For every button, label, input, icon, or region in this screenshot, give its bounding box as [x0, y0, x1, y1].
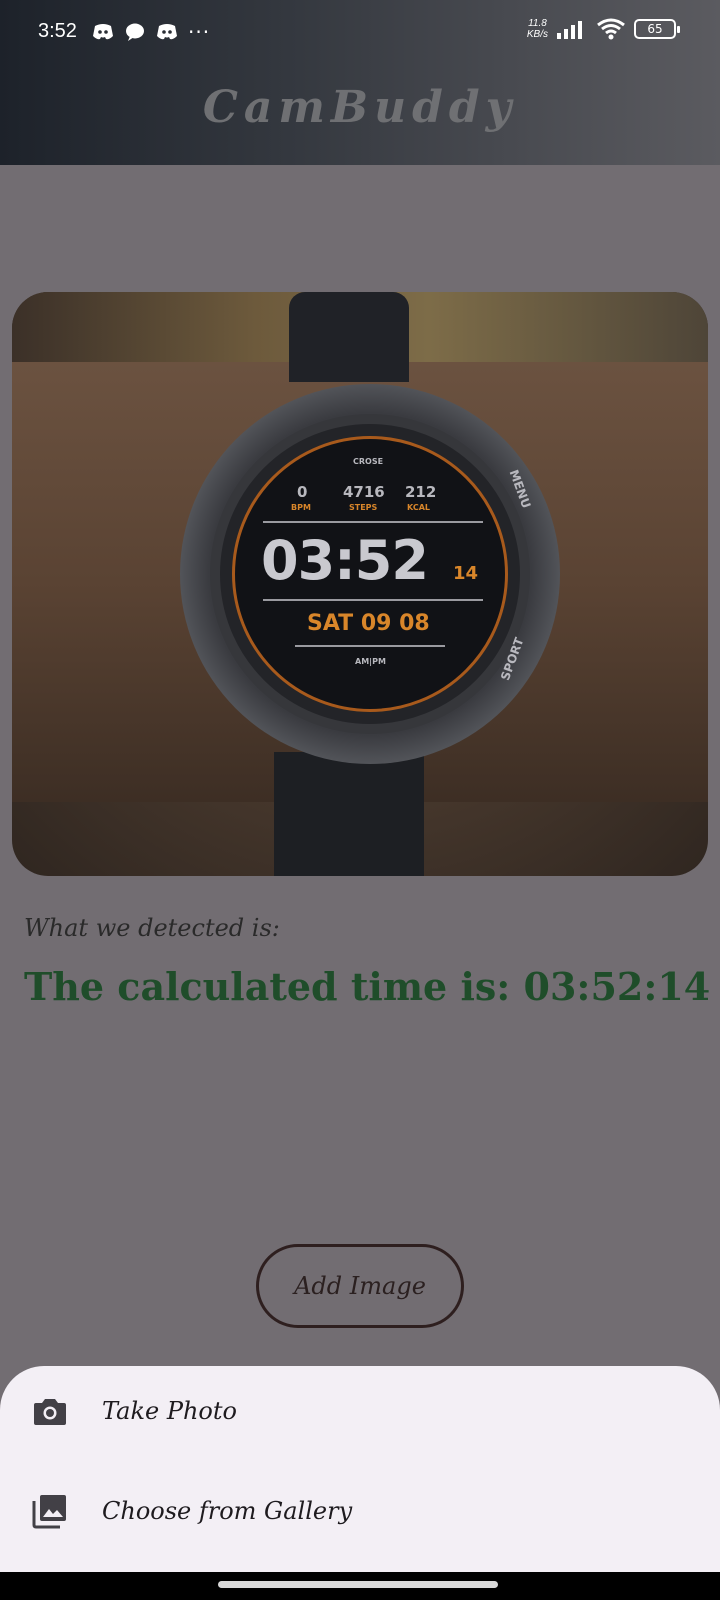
steps-label: STEPS — [349, 503, 378, 512]
network-speed-value: 11.8 — [528, 18, 547, 29]
bpm-label: BPM — [291, 503, 311, 512]
watch-date: SAT 09 08 — [307, 611, 430, 636]
choose-from-gallery-label: Choose from Gallery — [102, 1497, 353, 1525]
chat-bubble-icon — [126, 23, 144, 41]
watch-dial: CROSE 0 4716 212 BPM STEPS KCAL 03:52 14… — [232, 436, 508, 712]
discord-icon — [157, 24, 177, 40]
captured-image: CROSE 0 4716 212 BPM STEPS KCAL 03:52 14… — [12, 292, 708, 876]
wifi-icon — [597, 18, 625, 40]
add-image-button[interactable]: Add Image — [256, 1244, 464, 1328]
dial-top-text: CROSE — [353, 457, 384, 466]
kcal-value: 212 — [405, 483, 437, 501]
camera-icon — [34, 1399, 66, 1425]
bpm-value: 0 — [297, 483, 308, 501]
steps-value: 4716 — [343, 483, 385, 501]
dial-divider — [263, 521, 483, 523]
dial-divider — [295, 645, 445, 647]
notification-icons: ··· — [92, 22, 210, 42]
more-notifications-icon: ··· — [188, 20, 211, 44]
gesture-handle[interactable] — [218, 1581, 498, 1588]
kcal-label: KCAL — [407, 503, 430, 512]
detected-label: What we detected is: — [24, 914, 280, 942]
gallery-icon — [32, 1495, 66, 1529]
status-bar: 3:52 ··· 11.8 KB/s 65 — [0, 0, 720, 66]
watch-time: 03:52 — [261, 529, 429, 592]
signal-icon — [557, 21, 582, 39]
take-photo-option[interactable]: Take Photo — [0, 1366, 720, 1456]
choose-from-gallery-option[interactable]: Choose from Gallery — [0, 1466, 720, 1556]
network-speed: 11.8 KB/s — [527, 18, 548, 40]
watch-seconds: 14 — [453, 563, 479, 584]
watch-strap-top — [289, 292, 409, 382]
detection-result: The calculated time is: 03:52:14 — [24, 964, 711, 1009]
top-app-bar: 3:52 ··· 11.8 KB/s 65 CamBuddy — [0, 0, 720, 165]
image-source-bottom-sheet: Take Photo Choose from Gallery — [0, 1366, 720, 1572]
app-title: CamBuddy — [202, 82, 518, 133]
network-speed-unit: KB/s — [526, 29, 548, 40]
battery-indicator: 65 — [634, 19, 680, 39]
dial-divider — [263, 599, 483, 601]
status-right: 11.8 KB/s 65 — [527, 18, 680, 40]
discord-icon — [93, 24, 113, 40]
take-photo-label: Take Photo — [102, 1397, 237, 1425]
watch-time-hm: 03:52 — [261, 529, 429, 592]
dial-bottom-text: AM|PM — [355, 657, 386, 666]
watch-strap-bottom — [274, 752, 424, 876]
status-time: 3:52 — [38, 20, 77, 42]
